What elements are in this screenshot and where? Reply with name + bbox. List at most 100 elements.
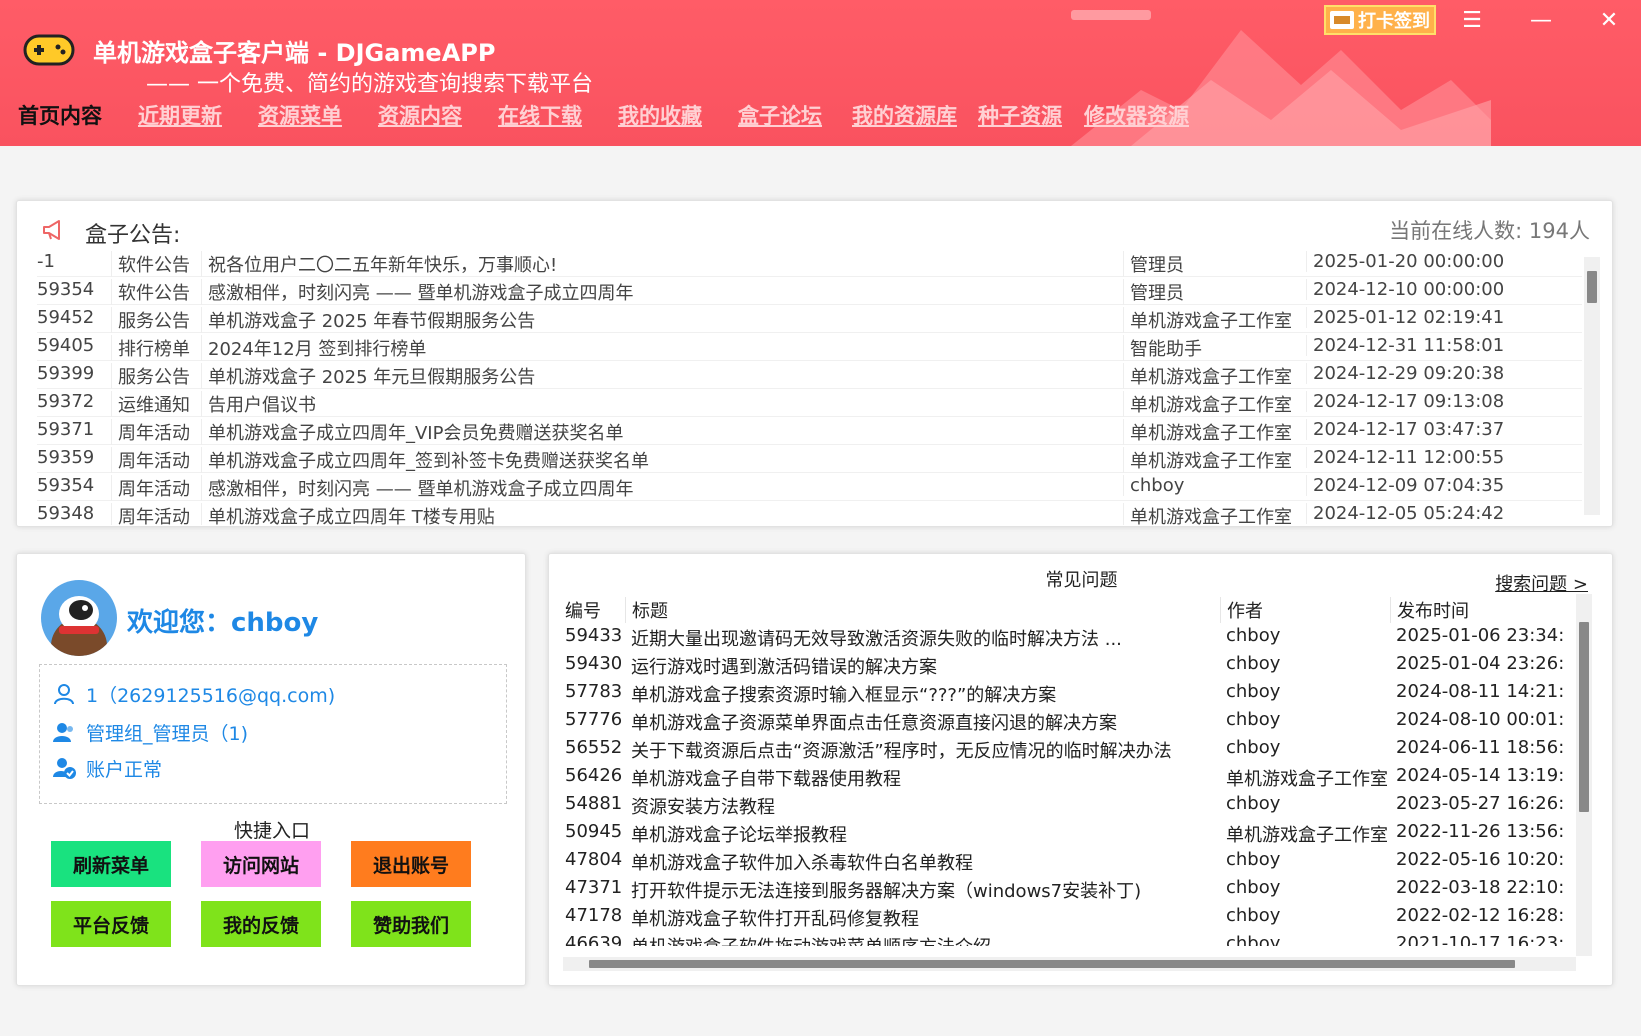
tab-forum[interactable]: 盒子论坛	[738, 100, 822, 130]
logout-button[interactable]: 退出账号	[351, 841, 471, 887]
account-status: 账户正常	[86, 758, 163, 781]
announcement-row[interactable]: 59372 运维通知 告用户倡议书 单机游戏盒子工作室 2024-12-17 09:13…	[37, 389, 1582, 417]
minimize-button[interactable]: —	[1521, 6, 1561, 34]
my-feedback-button[interactable]: 我的反馈	[201, 901, 321, 947]
scrollbar-thumb[interactable]	[1587, 271, 1597, 303]
faq-date: 2025-01-04 23:26:	[1396, 653, 1565, 674]
ann-title: 单机游戏盒子成立四周年_签到补签卡免费赠送获奖名单	[201, 447, 1123, 473]
announcement-row[interactable]: 59371 周年活动 单机游戏盒子成立四周年_VIP会员免费赠送获奖名单 单机游戏盒子…	[37, 417, 1582, 445]
faq-row[interactable]: 47804 单机游戏盒子软件加入杀毒软件白名单教程 chboy 2022-05-16 …	[563, 846, 1576, 874]
faq-row[interactable]: 56426 单机游戏盒子自带下载器使用教程 单机游戏盒子工作室 2024-05-14 …	[563, 762, 1576, 790]
group-icon	[53, 723, 73, 742]
announcement-row[interactable]: 59399 服务公告 单机游戏盒子 2025 年元旦假期服务公告 单机游戏盒子工作室 2…	[37, 361, 1582, 389]
announcement-row[interactable]: -1 软件公告 祝各位用户二〇二五年新年快乐，万事顺心! 管理员 2025-01-20 …	[37, 249, 1582, 277]
faq-title-cell: 资源安装方法教程	[631, 797, 775, 818]
ann-date: 2025-01-12 02:19:41	[1306, 307, 1510, 328]
faq-id: 56426	[565, 765, 623, 786]
ann-title: 单机游戏盒子 2025 年春节假期服务公告	[201, 307, 1123, 333]
tab-resource-content[interactable]: 资源内容	[378, 100, 462, 130]
group-line: 管理组_管理员（1)	[52, 719, 248, 745]
faq-id: 47371	[565, 877, 623, 898]
faq-row[interactable]: 57783 单机游戏盒子搜索资源时输入框显示“???”的解决方案 chboy 2024…	[563, 678, 1576, 706]
tab-resource-menu[interactable]: 资源菜单	[258, 100, 342, 130]
checkin-button[interactable]: 打卡签到	[1324, 5, 1436, 35]
menu-icon[interactable]: ☰	[1452, 6, 1492, 34]
checkin-label: 打卡签到	[1358, 11, 1430, 32]
ann-date: 2025-01-20 00:00:00	[1306, 251, 1510, 272]
scrollbar-thumb[interactable]	[589, 960, 1515, 968]
faq-row[interactable]: 47178 单机游戏盒子软件打开乱码修复教程 chboy 2022-02-12 16:…	[563, 902, 1576, 930]
app-subtitle: —— 一个免费、简约的游戏查询搜索下载平台	[146, 72, 593, 97]
faq-list[interactable]: 编号 标题 作者 发布时间 59433 近期大量出现邀请码无效导致激活资源失败的临…	[563, 594, 1576, 946]
faq-date: 2024-06-11 18:56:	[1396, 737, 1565, 758]
refresh-menu-button[interactable]: 刷新菜单	[51, 841, 171, 887]
avatar[interactable]	[41, 580, 117, 656]
faq-panel: 常见问题 搜索问题 > 编号 标题 作者 发布时间 59433 近期大量出现邀请码…	[548, 553, 1613, 986]
tab-recent-updates[interactable]: 近期更新	[138, 100, 222, 130]
faq-row[interactable]: 57776 单机游戏盒子资源菜单界面点击任意资源直接闪退的解决方案 chboy 202…	[563, 706, 1576, 734]
user-check-icon	[53, 758, 76, 779]
search-faq-link[interactable]: 搜索问题 >	[1495, 570, 1588, 596]
col-header-date[interactable]: 发布时间	[1390, 597, 1576, 623]
ann-author: 管理员	[1123, 279, 1306, 305]
scrollbar-thumb[interactable]	[1579, 622, 1589, 812]
platform-feedback-button[interactable]: 平台反馈	[51, 901, 171, 947]
tab-online-download[interactable]: 在线下载	[498, 100, 582, 130]
online-count: 当前在线人数: 194人	[1389, 219, 1590, 243]
faq-row[interactable]: 50945 单机游戏盒子论坛举报教程 单机游戏盒子工作室 2022-11-26 13:…	[563, 818, 1576, 846]
faq-title-cell: 运行游戏时遇到激活码错误的解决方案	[631, 657, 937, 678]
announcement-row[interactable]: 59452 服务公告 单机游戏盒子 2025 年春节假期服务公告 单机游戏盒子工作室 2…	[37, 305, 1582, 333]
title-bar: 单机游戏盒子客户端 - DJGameAPP —— 一个免费、简约的游戏查询搜索下…	[0, 0, 1641, 146]
faq-vertical-scrollbar[interactable]	[1576, 594, 1592, 956]
announcement-row[interactable]: 59348 周年活动 单机游戏盒子成立四周年 T楼专用贴 单机游戏盒子工作室 2024-…	[37, 501, 1582, 525]
account-line: 1（2629125516@qq.com)	[52, 681, 335, 707]
tab-my-library[interactable]: 我的资源库	[852, 100, 957, 130]
close-button[interactable]: ✕	[1589, 6, 1629, 34]
ann-id: 59399	[37, 363, 95, 384]
faq-title-cell: 单机游戏盒子论坛举报教程	[631, 825, 847, 846]
ann-title: 单机游戏盒子成立四周年 T楼专用贴	[201, 503, 1123, 525]
tab-torrents[interactable]: 种子资源	[978, 100, 1062, 130]
tab-home[interactable]: 首页内容	[18, 100, 102, 130]
faq-id: 46639	[565, 933, 623, 946]
faq-author: chboy	[1226, 737, 1281, 758]
quick-access-title: 快捷入口	[233, 820, 310, 842]
faq-author: chboy	[1226, 905, 1281, 926]
visit-website-button[interactable]: 访问网站	[201, 841, 321, 887]
faq-row[interactable]: 59433 近期大量出现邀请码无效导致激活资源失败的临时解决方法 ... chboy…	[563, 622, 1576, 650]
col-header-author[interactable]: 作者	[1220, 597, 1390, 623]
ann-author: 智能助手	[1123, 335, 1306, 361]
announcement-title: 盒子公告:	[85, 223, 181, 248]
tab-favorites[interactable]: 我的收藏	[618, 100, 702, 130]
announcement-list[interactable]: -1 软件公告 祝各位用户二〇二五年新年快乐，万事顺心! 管理员 2025-01-20 …	[37, 249, 1582, 525]
col-header-title[interactable]: 标题	[625, 597, 1220, 623]
faq-row[interactable]: 56552 关于下载资源后点击“资源激活”程序时，无反应情况的临时解决办法 chbo…	[563, 734, 1576, 762]
tab-trainers[interactable]: 修改器资源	[1084, 100, 1189, 130]
sponsor-button[interactable]: 赞助我们	[351, 901, 471, 947]
ann-title: 单机游戏盒子 2025 年元旦假期服务公告	[201, 363, 1123, 389]
announcement-row[interactable]: 59359 周年活动 单机游戏盒子成立四周年_签到补签卡免费赠送获奖名单 单机游戏盒子…	[37, 445, 1582, 473]
ann-author: 管理员	[1123, 251, 1306, 277]
announcement-row[interactable]: 59354 周年活动 感激相伴，时刻闪亮 —— 暨单机游戏盒子成立四周年 chboy 2…	[37, 473, 1582, 501]
ann-category: 排行榜单	[111, 335, 201, 361]
faq-date: 2024-08-10 00:01:	[1396, 709, 1565, 730]
ann-category: 服务公告	[111, 363, 201, 389]
col-header-id[interactable]: 编号	[565, 597, 625, 623]
faq-row[interactable]: 47371 打开软件提示无法连接到服务器解决方案（windows7安装补丁) chb…	[563, 874, 1576, 902]
ann-author: 单机游戏盒子工作室	[1123, 391, 1306, 417]
ann-author: 单机游戏盒子工作室	[1123, 307, 1306, 333]
ann-title: 祝各位用户二〇二五年新年快乐，万事顺心!	[201, 251, 1123, 277]
ann-id: 59371	[37, 419, 95, 440]
faq-horizontal-scrollbar[interactable]	[563, 957, 1576, 971]
faq-row[interactable]: 46639单机游戏盒子软件拖动游戏菜单顺序方法介绍 chboy 2021-10-17…	[563, 930, 1576, 946]
announcement-row[interactable]: 59354 软件公告 感激相伴，时刻闪亮 —— 暨单机游戏盒子成立四周年 管理员 202…	[37, 277, 1582, 305]
faq-date: 2025-01-06 23:34:	[1396, 625, 1565, 646]
announcement-row[interactable]: 59405 排行榜单 2024年12月 签到排行榜单 智能助手 2024-12-31 1…	[37, 333, 1582, 361]
faq-row[interactable]: 54881 资源安装方法教程 chboy 2023-05-27 16:26:	[563, 790, 1576, 818]
faq-author: 单机游戏盒子工作室	[1226, 825, 1388, 846]
faq-title-cell: 单机游戏盒子软件拖动游戏菜单顺序方法介绍	[625, 933, 1220, 946]
faq-id: 50945	[565, 821, 623, 842]
faq-date: 2022-03-18 22:10:	[1396, 877, 1565, 898]
announcement-scrollbar[interactable]	[1584, 257, 1600, 515]
faq-row[interactable]: 59430 运行游戏时遇到激活码错误的解决方案 chboy 2025-01-04 23…	[563, 650, 1576, 678]
